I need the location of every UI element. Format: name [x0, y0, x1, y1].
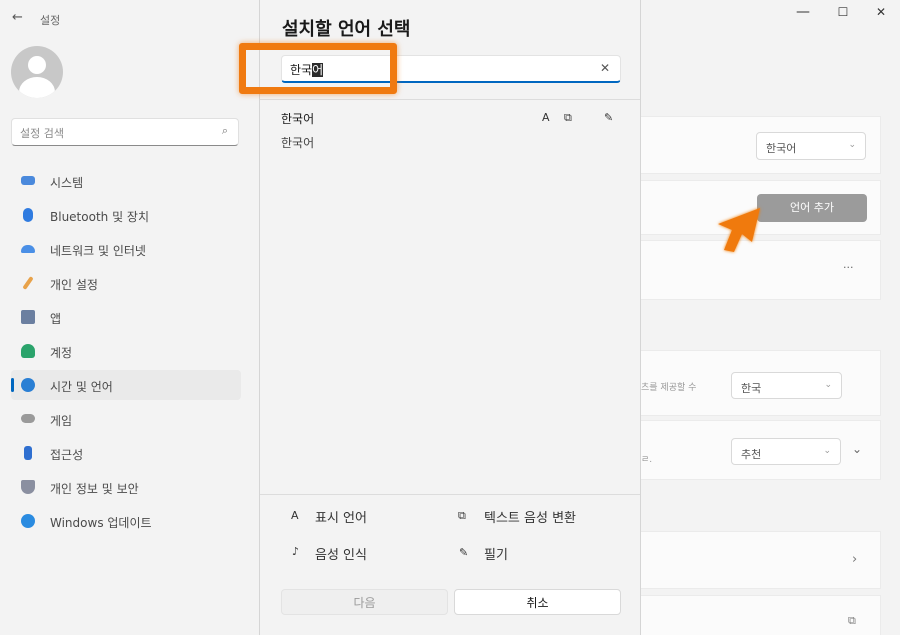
game-icon [21, 414, 35, 423]
chevron-down-icon: ⌄ [848, 140, 856, 150]
expand-chevron-icon[interactable]: ⌄ [852, 442, 862, 456]
search-icon: ⌕ [221, 124, 228, 137]
format-partial-text: ㄹ. [641, 455, 653, 465]
accessibility-icon [24, 446, 32, 460]
sidebar-item-label: 계정 [50, 346, 73, 360]
open-external-icon: ⧉ [848, 614, 856, 627]
system-icon [21, 176, 35, 185]
sidebar-item-accessibility[interactable]: 접근성 [11, 438, 241, 468]
back-arrow-icon[interactable]: ← [12, 10, 23, 25]
avatar-head-shape [28, 56, 46, 74]
dropdown-value: 한국 [741, 382, 762, 395]
feature-display-language: 표시 언어 [315, 511, 367, 526]
chevron-down-icon: ⌄ [823, 446, 831, 456]
dropdown-value: 한국어 [766, 142, 797, 155]
sidebar-item-label: 게임 [50, 414, 73, 428]
handwriting-icon: ✎ [604, 111, 614, 124]
add-language-button[interactable]: 언어 추가 [757, 194, 867, 222]
feature-tts: 텍스트 음성 변환 [484, 511, 576, 526]
search-placeholder: 설정 검색 [20, 127, 64, 140]
display-language-dropdown[interactable]: 한국어 ⌄ [756, 132, 866, 160]
network-icon [21, 245, 35, 253]
highlight-box [239, 43, 397, 94]
next-button[interactable]: 다음 [281, 589, 448, 615]
sidebar-item-label: 접근성 [50, 448, 84, 462]
sidebar-item-label: 개인 정보 및 보안 [50, 482, 139, 496]
bluetooth-icon [23, 208, 33, 222]
avatar-body-shape [19, 77, 55, 98]
brush-icon [22, 276, 34, 290]
text-to-speech-icon: ⧉ [564, 111, 572, 124]
sidebar-item-system[interactable]: 시스템 [11, 166, 241, 196]
app-title: 설정 [40, 14, 61, 27]
maximize-button[interactable]: ☐ [828, 5, 858, 19]
sidebar-item-label: 앱 [50, 312, 62, 326]
chevron-right-icon: › [852, 552, 858, 567]
sidebar-item-label: 개인 설정 [50, 278, 98, 292]
region-partial-text: 츠를 제공할 수 [641, 383, 697, 393]
settings-search-input[interactable]: 설정 검색 ⌕ [11, 118, 239, 146]
dialog-title: 설치할 언어 선택 [282, 19, 411, 40]
sidebar-item-label: Windows 업데이트 [50, 516, 152, 530]
text-to-speech-icon: ⧉ [458, 509, 466, 522]
dropdown-value: 추천 [741, 448, 762, 461]
time-language-icon [21, 378, 35, 392]
language-native-name: 한국어 [281, 136, 315, 150]
divider [260, 99, 640, 100]
sidebar-item-label: Bluetooth 및 장치 [50, 210, 150, 224]
choose-language-dialog: 설치할 언어 선택 한국어 ✕ 한국어 한국어 A ⧉ ✎ A 표시 언어 ⧉ … [259, 0, 641, 635]
chevron-down-icon: ⌄ [824, 380, 832, 390]
sidebar-item-time-language[interactable]: 시간 및 언어 [11, 370, 241, 400]
sidebar-item-apps[interactable]: 앱 [11, 302, 241, 332]
feature-handwriting: 필기 [484, 548, 508, 563]
active-indicator [11, 378, 14, 392]
sidebar-item-personalization[interactable]: 개인 설정 [11, 268, 241, 298]
more-options-icon[interactable]: ··· [843, 261, 854, 274]
close-button[interactable]: ✕ [866, 5, 896, 19]
handwriting-icon: ✎ [459, 546, 469, 559]
sidebar-item-network[interactable]: 네트워크 및 인터넷 [11, 234, 241, 264]
display-language-icon: A [542, 111, 550, 124]
account-icon [21, 344, 35, 358]
sidebar-item-accounts[interactable]: 계정 [11, 336, 241, 366]
language-name: 한국어 [281, 112, 315, 126]
regional-format-dropdown[interactable]: 추천 ⌄ [731, 438, 841, 465]
update-icon [21, 514, 35, 528]
shield-icon [21, 480, 35, 494]
sidebar-item-label: 시스템 [50, 176, 84, 190]
pointer-arrow-icon [718, 208, 760, 252]
display-language-card: 한국어 ⌄ [640, 116, 881, 174]
related-link-card[interactable]: ⧉ [640, 595, 881, 635]
region-dropdown[interactable]: 한국 ⌄ [731, 372, 842, 399]
related-settings-card[interactable]: › [640, 531, 881, 589]
sidebar-item-label: 시간 및 언어 [50, 380, 113, 394]
clear-icon[interactable]: ✕ [600, 61, 610, 75]
sidebar-item-label: 네트워크 및 인터넷 [50, 244, 146, 258]
display-language-icon: A [291, 509, 299, 522]
feature-speech: 음성 인식 [315, 548, 367, 563]
microphone-icon: ♪ [292, 545, 300, 558]
language-result-item[interactable]: 한국어 한국어 A ⧉ ✎ [260, 101, 640, 153]
sidebar-item-windows-update[interactable]: Windows 업데이트 [11, 506, 241, 536]
region-card: 츠를 제공할 수 한국 ⌄ [640, 350, 881, 416]
sidebar-item-bluetooth[interactable]: Bluetooth 및 장치 [11, 200, 241, 230]
minimize-button[interactable]: — [788, 4, 818, 20]
avatar[interactable] [11, 46, 63, 98]
sidebar-item-privacy[interactable]: 개인 정보 및 보안 [11, 472, 241, 502]
divider [260, 494, 640, 495]
regional-format-card: ㄹ. 추천 ⌄ ⌄ [640, 420, 881, 480]
apps-icon [21, 310, 35, 324]
cancel-button[interactable]: 취소 [454, 589, 621, 615]
sidebar-item-gaming[interactable]: 게임 [11, 404, 241, 434]
